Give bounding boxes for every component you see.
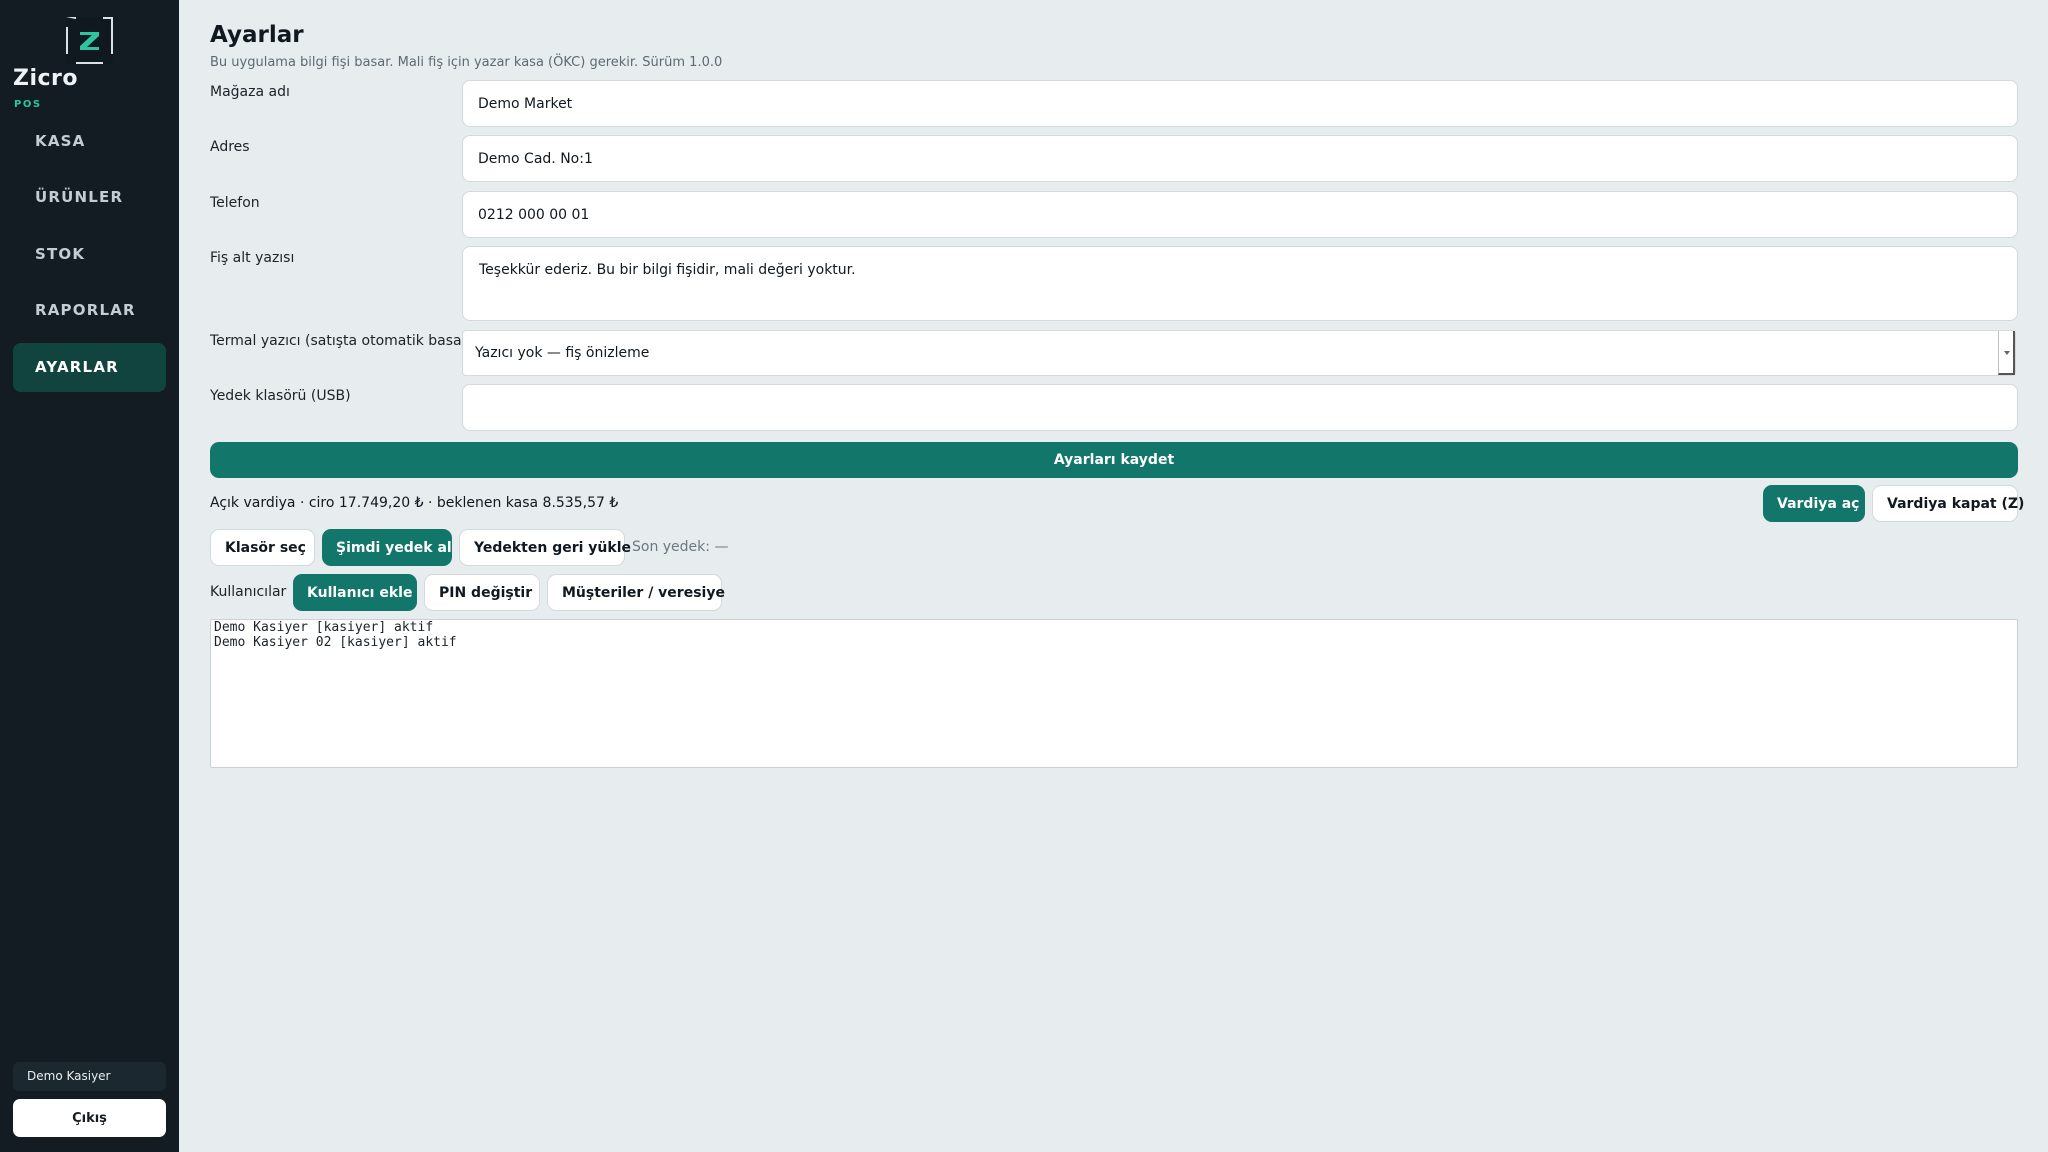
phone-label: Telefon <box>210 195 260 211</box>
brand-name: Zicro <box>13 66 78 91</box>
address-input[interactable] <box>462 135 2018 182</box>
close-shift-button[interactable]: Vardiya kapat (Z) <box>1872 485 2024 522</box>
sidebar: Zicro POS KASA ÜRÜNLER STOK RAPORLAR AYA… <box>0 0 179 1152</box>
backup-folder-input[interactable] <box>462 384 2018 431</box>
save-settings-button[interactable]: Ayarları kaydet <box>210 442 2018 478</box>
customers-credit-button[interactable]: Müşteriler / veresiye <box>547 574 725 611</box>
page-title: Ayarlar <box>210 22 304 48</box>
settings-page: Ayarlar Bu uygulama bilgi fişi basar. Ma… <box>179 0 2048 1152</box>
receipt-footer-label: Fiş alt yazısı <box>210 250 295 266</box>
backup-now-button[interactable]: Şimdi yedek al <box>322 529 452 566</box>
list-item[interactable]: Demo Kasiyer 02 [kasiyer] aktif <box>214 635 2014 650</box>
list-item[interactable]: Demo Kasiyer [kasiyer] aktif <box>214 620 2014 635</box>
choose-folder-button[interactable]: Klasör seç <box>210 529 315 566</box>
sidebar-item-kasa[interactable]: KASA <box>13 117 166 166</box>
users-list[interactable]: Demo Kasiyer [kasiyer] aktif Demo Kasiye… <box>210 619 2018 768</box>
printer-label: Termal yazıcı (satışta otomatik basar) <box>210 333 473 349</box>
receipt-footer-textarea[interactable]: Teşekkür ederiz. Bu bir bilgi fişidir, m… <box>462 246 2018 321</box>
brand-sub: POS <box>14 99 42 110</box>
store-name-input[interactable] <box>462 80 2018 127</box>
restore-backup-button[interactable]: Yedekten geri yükle <box>459 529 631 566</box>
shift-status: Açık vardiya · ciro 17.749,20 ₺ · beklen… <box>210 495 619 511</box>
phone-input[interactable] <box>462 191 2018 238</box>
users-label: Kullanıcılar <box>210 584 287 600</box>
printer-select[interactable]: Yazıcı yok — fiş önizleme <box>462 330 2016 376</box>
z-logo-icon <box>66 17 113 64</box>
address-label: Adres <box>210 139 250 155</box>
current-user: Demo Kasiyer <box>13 1062 166 1091</box>
sidebar-item-stok[interactable]: STOK <box>13 230 166 279</box>
store-name-label: Mağaza adı <box>210 84 290 100</box>
sidebar-item-raporlar[interactable]: RAPORLAR <box>13 286 166 335</box>
printer-select-value: Yazıcı yok — fiş önizleme <box>475 345 650 361</box>
open-shift-button[interactable]: Vardiya aç <box>1763 485 1865 522</box>
chevron-down-icon <box>1998 331 2015 375</box>
sidebar-item-ayarlar[interactable]: AYARLAR <box>13 343 166 392</box>
logout-button[interactable]: Çıkış <box>13 1099 166 1137</box>
add-user-button[interactable]: Kullanıcı ekle <box>293 574 417 611</box>
last-backup-status: Son yedek: — <box>632 539 729 555</box>
change-pin-button[interactable]: PIN değiştir <box>424 574 540 611</box>
backup-folder-label: Yedek klasörü (USB) <box>210 388 351 404</box>
sidebar-item-urunler[interactable]: ÜRÜNLER <box>13 173 166 222</box>
page-subtitle: Bu uygulama bilgi fişi basar. Mali fiş i… <box>210 55 723 70</box>
